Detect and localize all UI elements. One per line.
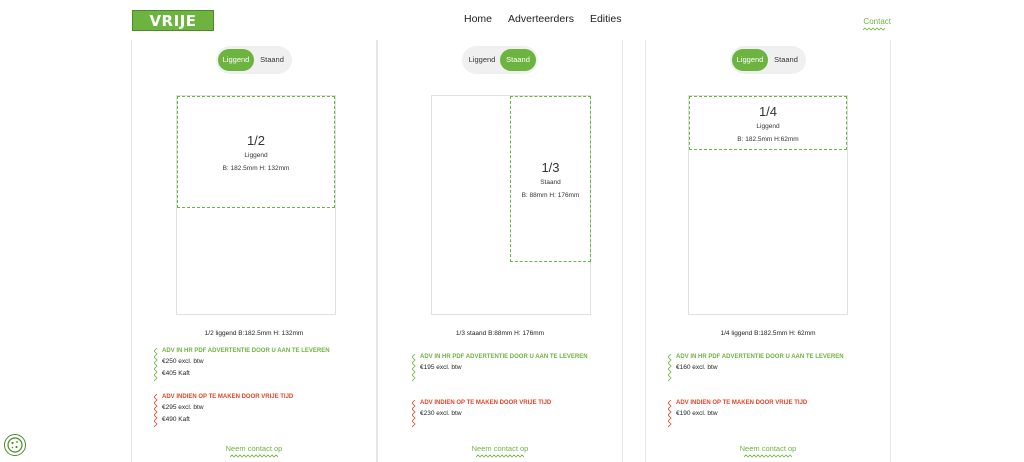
site-header: VRIJE TIJD Home Adverteerders Edities Co… — [0, 0, 1024, 51]
make-price-block: ADV INDIEN OP TE MAKEN DOOR VRIJE TIJD €… — [154, 394, 293, 428]
ad-size: B: 88mm H: 176mm — [521, 191, 580, 199]
ad-column-half: Liggend Staand 1/2 Liggend B: 182.5mm H:… — [131, 40, 377, 462]
nav-adverteerders[interactable]: Adverteerders — [508, 13, 574, 25]
zigzag-red-icon — [668, 400, 672, 428]
cookie-icon — [7, 437, 23, 453]
cookie-settings-button[interactable] — [4, 434, 26, 456]
ad-spec: 1/2 liggend B:182.5mm H: 132mm — [204, 330, 304, 337]
pdf-price-block: ADV IN HR PDF ADVERTENTIE DOOR U AAN TE … — [668, 354, 844, 382]
toggle-liggend[interactable]: Liggend — [218, 49, 254, 71]
page-preview: 1/2 Liggend B: 182.5mm H: 132mm — [176, 95, 336, 315]
orientation-toggle: Liggend Staand — [216, 46, 292, 74]
price-line: €295 excl. btw — [162, 404, 204, 411]
make-title: ADV INDIEN OP TE MAKEN DOOR VRIJE TIJD — [676, 400, 808, 406]
price-line: €230 excl. btw — [420, 410, 462, 417]
zigzag-underline-icon — [476, 454, 524, 458]
ad-fraction: 1/4 — [758, 103, 778, 119]
contact-cta-label: Neem contact op — [471, 444, 529, 453]
zigzag-green-icon — [668, 354, 672, 382]
zigzag-green-icon — [154, 348, 158, 382]
pdf-title: ADV IN HR PDF ADVERTENTIE DOOR U AAN TE … — [162, 348, 330, 354]
zigzag-red-icon — [154, 394, 158, 428]
pdf-price-block: ADV IN HR PDF ADVERTENTIE DOOR U AAN TE … — [412, 354, 588, 382]
zigzag-underline-icon — [230, 454, 278, 458]
toggle-staand[interactable]: Staand — [254, 49, 290, 71]
page-preview: 1/3 Staand B: 88mm H: 176mm — [431, 95, 591, 315]
zigzag-underline-icon — [744, 454, 792, 458]
ad-size: B: 182.5mm H:62mm — [737, 135, 799, 143]
contact-cta[interactable]: Neem contact op — [378, 444, 622, 458]
make-price-block: ADV INDIEN OP TE MAKEN DOOR VRIJE TIJD €… — [412, 400, 552, 428]
ad-column-third: Liggend Staand 1/3 Staand B: 88mm H: 176… — [377, 40, 623, 462]
price-line: €250 excl. btw — [162, 358, 204, 365]
contact-label: Contact — [863, 17, 891, 26]
contact-link[interactable]: Contact — [863, 17, 891, 31]
contact-cta[interactable]: Neem contact op — [646, 444, 890, 458]
price-line: €160 excl. btw — [676, 364, 718, 371]
ad-fraction: 1/3 — [541, 159, 560, 175]
ad-area: 1/2 Liggend B: 182.5mm H: 132mm — [177, 96, 335, 208]
pdf-price-block: ADV IN HR PDF ADVERTENTIE DOOR U AAN TE … — [154, 348, 330, 382]
ad-orientation: Liggend — [244, 151, 268, 159]
pdf-title: ADV IN HR PDF ADVERTENTIE DOOR U AAN TE … — [420, 354, 588, 360]
logo[interactable]: VRIJE TIJD — [132, 10, 214, 51]
ad-spec: 1/4 liggend B:182.5mm H: 62mm — [720, 330, 816, 337]
zigzag-underline-icon — [863, 27, 886, 31]
nav-home[interactable]: Home — [464, 13, 492, 25]
contact-cta[interactable]: Neem contact op — [132, 444, 376, 458]
pdf-title: ADV IN HR PDF ADVERTENTIE DOOR U AAN TE … — [676, 354, 844, 360]
contact-cta-label: Neem contact op — [739, 444, 797, 453]
price-line: €195 excl. btw — [420, 364, 462, 371]
ad-orientation: Staand — [540, 178, 561, 186]
ad-area: 1/3 Staand B: 88mm H: 176mm — [510, 96, 591, 262]
ad-size: B: 182.5mm H: 132mm — [222, 164, 290, 172]
orientation-toggle: Liggend Staand — [730, 46, 806, 74]
toggle-liggend[interactable]: Liggend — [464, 49, 500, 71]
price-line: €405 Kaft — [162, 370, 190, 377]
page-preview: 1/4 Liggend B: 182.5mm H:62mm — [688, 95, 848, 315]
ad-area: 1/4 Liggend B: 182.5mm H:62mm — [689, 96, 847, 150]
orientation-toggle: Liggend Staand — [462, 46, 538, 74]
toggle-liggend[interactable]: Liggend — [732, 49, 768, 71]
zigzag-green-icon — [412, 354, 416, 382]
toggle-staand[interactable]: Staand — [768, 49, 804, 71]
nav-edities[interactable]: Edities — [590, 13, 622, 25]
ad-column-quarter: Liggend Staand 1/4 Liggend B: 182.5mm H:… — [645, 40, 891, 462]
make-price-block: ADV INDIEN OP TE MAKEN DOOR VRIJE TIJD €… — [668, 400, 808, 428]
ad-orientation: Liggend — [756, 122, 780, 130]
toggle-staand[interactable]: Staand — [500, 49, 536, 71]
ad-spec: 1/3 staand B:88mm H: 176mm — [455, 330, 545, 337]
price-line: €490 Kaft — [162, 416, 190, 423]
main-nav: Home Adverteerders Edities — [464, 13, 621, 25]
price-line: €190 excl. btw — [676, 410, 718, 417]
make-title: ADV INDIEN OP TE MAKEN DOOR VRIJE TIJD — [420, 400, 552, 406]
zigzag-red-icon — [412, 400, 416, 428]
make-title: ADV INDIEN OP TE MAKEN DOOR VRIJE TIJD — [162, 394, 294, 400]
contact-cta-label: Neem contact op — [225, 444, 283, 453]
ad-fraction: 1/2 — [246, 132, 266, 148]
